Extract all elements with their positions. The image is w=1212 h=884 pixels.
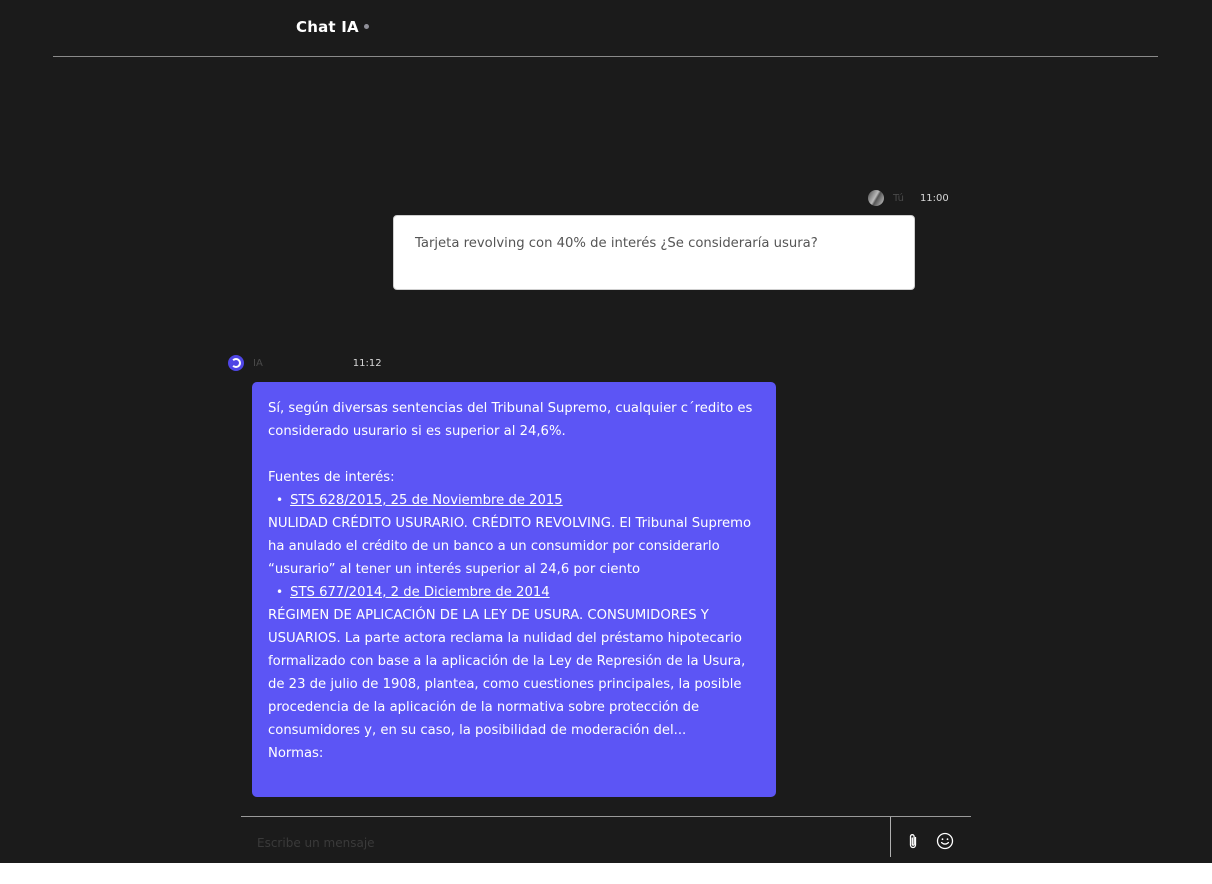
source-link-2[interactable]: STS 677/2014, 2 de Diciembre de 2014 xyxy=(290,581,550,604)
chat-page: Chat IA Tú 11:00 Tarjeta revolving con 4… xyxy=(0,0,1212,884)
norms-heading: Normas: xyxy=(268,746,324,761)
source-item: • STS 628/2015, 25 de Noviembre de 2015 xyxy=(268,489,760,512)
user-message-bubble: Tarjeta revolving con 40% de interés ¿Se… xyxy=(393,215,915,290)
user-avatar xyxy=(868,190,884,206)
smiley-icon xyxy=(936,832,954,850)
source-item: • STS 677/2014, 2 de Diciembre de 2014 xyxy=(268,581,760,604)
user-sender-name: Tú xyxy=(893,192,904,204)
ai-message-time: 11:12 xyxy=(352,357,382,369)
source-link-1[interactable]: STS 628/2015, 25 de Noviembre de 2015 xyxy=(290,489,563,512)
paperclip-icon xyxy=(909,833,917,848)
attach-button[interactable] xyxy=(903,831,923,851)
user-message-time: 11:00 xyxy=(919,192,949,204)
ai-message-bubble: Sí, según diversas sentencias del Tribun… xyxy=(252,382,776,797)
bottom-strip xyxy=(0,863,1212,884)
ai-answer-intro: Sí, según diversas sentencias del Tribun… xyxy=(268,401,753,439)
emoji-button[interactable] xyxy=(935,831,955,851)
message-input[interactable] xyxy=(255,831,859,855)
ai-avatar xyxy=(228,355,244,371)
user-message-meta: Tú 11:00 xyxy=(868,190,949,206)
composer-divider xyxy=(890,817,891,857)
ai-message-meta: IA 11:12 xyxy=(228,355,382,371)
source-summary-2: RÉGIMEN DE APLICACIÓN DE LA LEY DE USURA… xyxy=(268,608,746,738)
message-composer xyxy=(241,816,971,864)
ai-sender-name: IA xyxy=(253,357,263,369)
bullet-icon: • xyxy=(276,585,284,599)
sources-heading: Fuentes de interés: xyxy=(268,470,395,485)
page-title-text: Chat IA xyxy=(296,18,359,36)
user-message-text: Tarjeta revolving con 40% de interés ¿Se… xyxy=(415,236,818,251)
chat-header: Chat IA xyxy=(53,0,1158,57)
page-title: Chat IA xyxy=(296,18,369,36)
source-summary-1: NULIDAD CRÉDITO USURARIO. CRÉDITO REVOLV… xyxy=(268,516,752,577)
bullet-icon: • xyxy=(276,493,284,507)
status-dot-icon xyxy=(363,24,369,29)
